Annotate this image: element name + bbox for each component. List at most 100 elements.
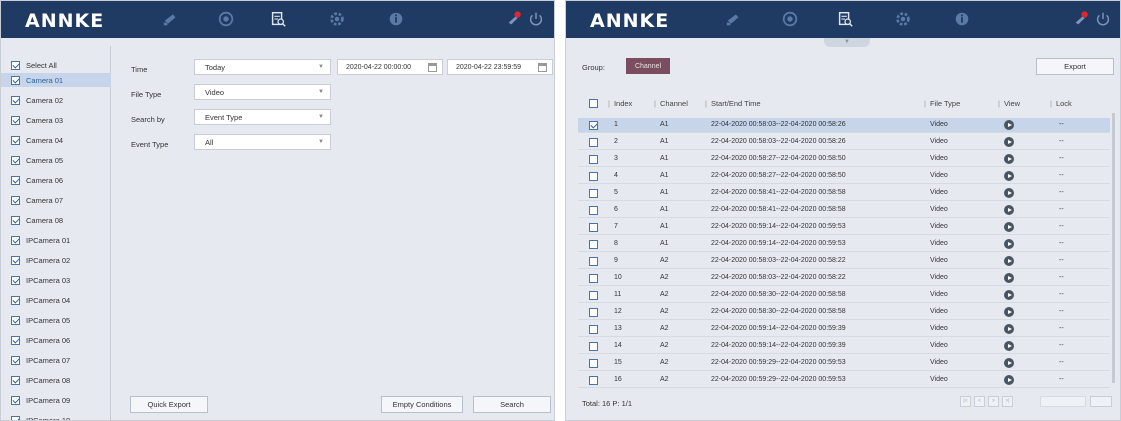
table-row[interactable]: 13 A2 22-04-2020 00:59:14--22-04-2020 00:5…: [578, 322, 1110, 337]
camera-list-item[interactable]: IPCamera 09: [1, 393, 111, 407]
camera-list-item[interactable]: Camera 08: [1, 213, 111, 227]
export-button[interactable]: Export: [1036, 58, 1114, 75]
last-page-button[interactable]: >|: [1002, 396, 1013, 407]
row-checkbox[interactable]: [589, 308, 598, 317]
camera-list-item[interactable]: Camera 01: [1, 73, 111, 87]
table-row[interactable]: 11 A2 22-04-2020 00:58:30--22-04-2020 00:5…: [578, 288, 1110, 303]
start-time-field[interactable]: 2020-04-22 00:00:00: [337, 59, 443, 75]
play-icon[interactable]: [1004, 256, 1014, 266]
camera-list-item[interactable]: IPCamera 05: [1, 313, 111, 327]
search-button[interactable]: Search: [473, 396, 551, 413]
column-lock[interactable]: | Lock: [1050, 99, 1072, 108]
row-checkbox[interactable]: [589, 359, 598, 368]
page-number-input[interactable]: [1040, 396, 1086, 407]
row-checkbox[interactable]: [589, 189, 598, 198]
row-checkbox[interactable]: [589, 257, 598, 266]
table-row[interactable]: 9 A2 22-04-2020 00:58:03--22-04-2020 00:58…: [578, 254, 1110, 269]
row-checkbox[interactable]: [589, 342, 598, 351]
table-row[interactable]: 15 A2 22-04-2020 00:59:29--22-04-2020 00:5…: [578, 356, 1110, 371]
row-checkbox[interactable]: [589, 155, 598, 164]
camera-list-item[interactable]: IPCamera 02: [1, 253, 111, 267]
table-row[interactable]: 7 A1 22-04-2020 00:59:14--22-04-2020 00:59…: [578, 220, 1110, 235]
row-checkbox[interactable]: [589, 274, 598, 283]
next-page-button[interactable]: >: [988, 396, 999, 407]
camera-list-item[interactable]: Camera 07: [1, 193, 111, 207]
search-by-select[interactable]: Event Type ▼: [194, 109, 331, 125]
camera-list-item[interactable]: Camera 03: [1, 113, 111, 127]
camera-list-item[interactable]: Camera 05: [1, 153, 111, 167]
first-page-button[interactable]: |<: [960, 396, 971, 407]
play-icon[interactable]: [1004, 171, 1014, 181]
camera-list-item[interactable]: IPCamera 10: [1, 413, 111, 420]
channel-group-chip[interactable]: Channel: [626, 58, 670, 74]
play-icon[interactable]: [1004, 239, 1014, 249]
playback-icon[interactable]: [780, 9, 800, 29]
play-icon[interactable]: [1004, 324, 1014, 334]
play-icon[interactable]: [1004, 188, 1014, 198]
end-time-field[interactable]: 2020-04-22 23:59:59: [447, 59, 553, 75]
play-icon[interactable]: [1004, 222, 1014, 232]
info-icon[interactable]: [952, 9, 972, 29]
row-checkbox[interactable]: [589, 376, 598, 385]
file-search-icon[interactable]: [268, 9, 288, 29]
event-type-select[interactable]: All ▼: [194, 134, 331, 150]
table-row[interactable]: 4 A1 22-04-2020 00:58:27--22-04-2020 00:58…: [578, 169, 1110, 184]
column-file-type[interactable]: | File Type: [924, 99, 960, 108]
column-channel[interactable]: | Channel: [654, 99, 688, 108]
play-icon[interactable]: [1004, 120, 1014, 130]
table-row[interactable]: 12 A2 22-04-2020 00:58:30--22-04-2020 00:5…: [578, 305, 1110, 320]
camera-list-item[interactable]: IPCamera 04: [1, 293, 111, 307]
alarm-icon[interactable]: [1071, 9, 1091, 29]
select-all-checkbox[interactable]: [589, 99, 598, 108]
prev-page-button[interactable]: <: [974, 396, 985, 407]
row-checkbox[interactable]: [589, 206, 598, 215]
camera-list-item[interactable]: Camera 06: [1, 173, 111, 187]
camera-list-item[interactable]: Camera 02: [1, 93, 111, 107]
play-icon[interactable]: [1004, 341, 1014, 351]
camera-icon[interactable]: [161, 9, 181, 29]
table-row[interactable]: 3 A1 22-04-2020 00:58:27--22-04-2020 00:58…: [578, 152, 1110, 167]
column-view[interactable]: | View: [998, 99, 1020, 108]
collapse-handle[interactable]: ▼: [824, 38, 870, 47]
quick-export-button[interactable]: Quick Export: [130, 396, 208, 413]
camera-list-item[interactable]: IPCamera 01: [1, 233, 111, 247]
calendar-icon[interactable]: [428, 63, 437, 72]
calendar-icon[interactable]: [538, 63, 547, 72]
play-icon[interactable]: [1004, 358, 1014, 368]
play-icon[interactable]: [1004, 205, 1014, 215]
camera-icon[interactable]: [724, 9, 744, 29]
gear-icon[interactable]: [893, 9, 913, 29]
row-checkbox[interactable]: [589, 240, 598, 249]
table-row[interactable]: 6 A1 22-04-2020 00:58:41--22-04-2020 00:58…: [578, 203, 1110, 218]
vertical-scrollbar[interactable]: [1112, 113, 1115, 383]
camera-list-item[interactable]: IPCamera 06: [1, 333, 111, 347]
column-index[interactable]: | Index: [608, 99, 632, 108]
row-checkbox[interactable]: [589, 172, 598, 181]
play-icon[interactable]: [1004, 375, 1014, 385]
row-checkbox[interactable]: [589, 223, 598, 232]
playback-icon[interactable]: [216, 9, 236, 29]
column-start-end-time[interactable]: | Start/End Time: [705, 99, 761, 108]
alarm-icon[interactable]: [504, 9, 524, 29]
camera-list-item[interactable]: IPCamera 07: [1, 353, 111, 367]
play-icon[interactable]: [1004, 307, 1014, 317]
row-checkbox[interactable]: [589, 121, 598, 130]
camera-list-item[interactable]: IPCamera 08: [1, 373, 111, 387]
select-all-checkbox[interactable]: Select All: [1, 58, 111, 72]
power-icon[interactable]: [1093, 9, 1113, 29]
table-row[interactable]: 14 A2 22-04-2020 00:59:14--22-04-2020 00:5…: [578, 339, 1110, 354]
play-icon[interactable]: [1004, 273, 1014, 283]
table-row[interactable]: 2 A1 22-04-2020 00:58:03--22-04-2020 00:58…: [578, 135, 1110, 150]
power-icon[interactable]: [526, 9, 546, 29]
table-row[interactable]: 10 A2 22-04-2020 00:58:03--22-04-2020 00:5…: [578, 271, 1110, 286]
go-to-page-button[interactable]: [1090, 396, 1112, 407]
camera-list-item[interactable]: IPCamera 03: [1, 273, 111, 287]
play-icon[interactable]: [1004, 137, 1014, 147]
row-checkbox[interactable]: [589, 138, 598, 147]
file-type-select[interactable]: Video ▼: [194, 84, 331, 100]
row-checkbox[interactable]: [589, 291, 598, 300]
row-checkbox[interactable]: [589, 325, 598, 334]
table-row[interactable]: 1 A1 22-04-2020 00:58:03--22-04-2020 00:58…: [578, 118, 1110, 133]
camera-list-item[interactable]: Camera 04: [1, 133, 111, 147]
play-icon[interactable]: [1004, 154, 1014, 164]
